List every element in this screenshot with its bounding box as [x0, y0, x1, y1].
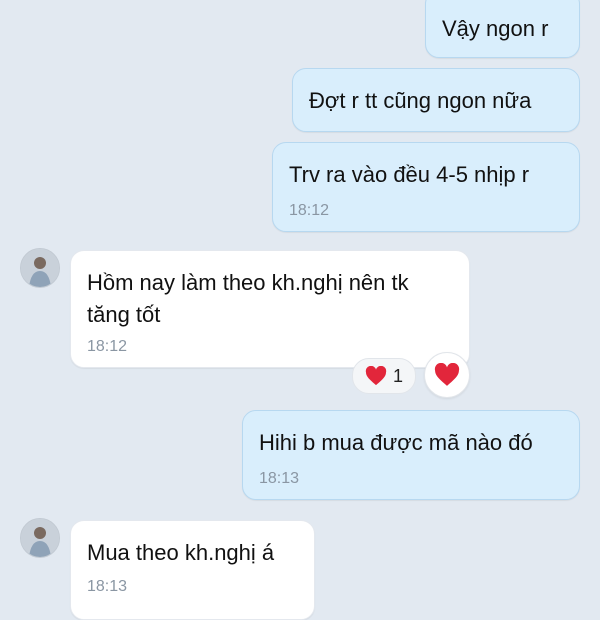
message-time: 18:12: [87, 338, 128, 355]
message-time: 18:13: [87, 578, 128, 595]
message-text: Mua theo kh.nghị á: [87, 540, 275, 565]
message-bubble-incoming[interactable]: Hồm nay làm theo kh.nghị nên tk tăng tốt…: [70, 250, 470, 368]
message-bubble-incoming[interactable]: Mua theo kh.nghị á 18:13: [70, 520, 315, 620]
avatar[interactable]: [20, 518, 60, 558]
heart-icon: [365, 366, 387, 386]
reaction-count: 1: [392, 365, 403, 386]
heart-icon: [434, 363, 460, 387]
message-text: Đợt r tt cũng ngon nữa: [309, 88, 532, 113]
message-bubble-outgoing[interactable]: Đợt r tt cũng ngon nữa: [292, 68, 580, 132]
message-text: Trv ra vào đều 4-5 nhịp r: [289, 162, 530, 187]
react-button[interactable]: [424, 352, 470, 398]
message-text: Hồm nay làm theo kh.nghị nên tk tăng tốt: [87, 270, 409, 327]
avatar-image: [21, 249, 59, 287]
message-text: Vậy ngon r: [442, 16, 549, 41]
message-bubble-outgoing[interactable]: Hihi b mua được mã nào đó 18:13: [242, 410, 580, 500]
reaction-badge[interactable]: 1: [352, 358, 416, 394]
message-bubble-outgoing[interactable]: Trv ra vào đều 4-5 nhịp r 18:12: [272, 142, 580, 232]
avatar[interactable]: [20, 248, 60, 288]
message-time: 18:13: [259, 470, 300, 487]
message-time: 18:12: [289, 202, 330, 219]
message-bubble-outgoing[interactable]: Vậy ngon r: [425, 0, 580, 58]
message-text: Hihi b mua được mã nào đó: [259, 430, 533, 455]
avatar-image: [21, 519, 59, 557]
